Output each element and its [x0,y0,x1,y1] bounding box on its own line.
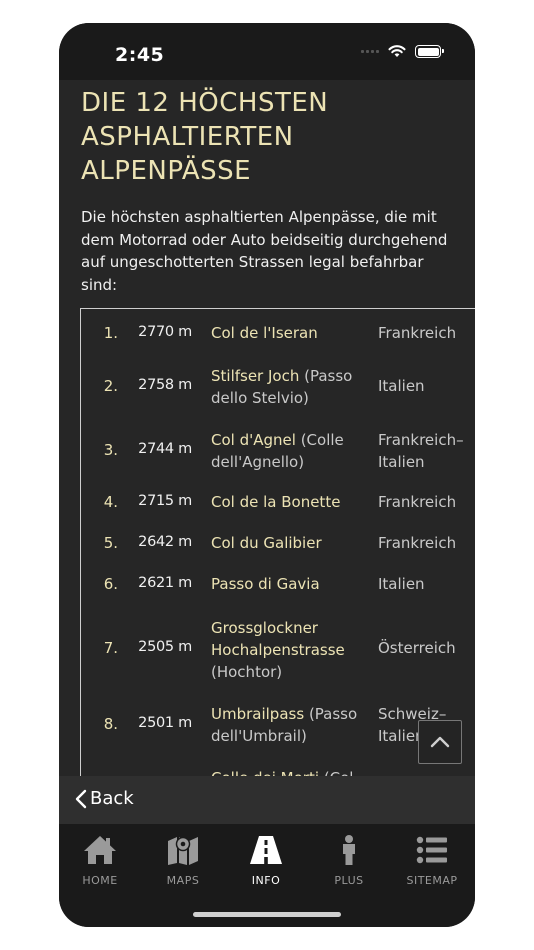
scroll-to-top-button[interactable] [418,720,462,764]
status-bar: 2:45 [59,23,475,80]
home-indicator[interactable] [193,912,341,917]
pass-country: Frankreich [378,493,457,511]
pass-name[interactable]: Passo di Gavia [211,573,371,595]
back-bar: Back [59,776,475,824]
back-label: Back [90,788,134,809]
pass-country: Frankreich [378,324,457,342]
status-icons [361,45,444,58]
pass-name[interactable]: Umbrailpass (Passo dell'Umbrail) [211,703,371,747]
pass-name[interactable]: Col du Galibier [211,532,371,554]
chevron-left-icon [75,789,87,808]
wifi-icon [388,45,406,57]
main-content[interactable]: DIE 12 HÖCHSTEN ASPHALTIERTEN ALPENPÄSSE… [59,80,475,777]
page-title: DIE 12 HÖCHSTEN ASPHALTIERTEN ALPENPÄSSE [81,88,329,186]
pass-name[interactable]: Grossglockner Hochalpenstrasse (Hochtor) [211,617,371,683]
pass-country: Frankreich– Italien [378,431,464,471]
pass-country: Österreich [378,639,456,657]
person-icon [343,835,355,865]
road-icon [250,836,282,864]
intro-text: Die höchsten asphaltierten Alpenpässe, d… [81,208,448,294]
tab-plus[interactable]: PLUS [309,834,389,887]
pass-name[interactable]: Col de la Bonette [211,491,371,513]
phone-frame: 2:45 DIE 12 HÖCHSTEN ASPHALTIERTEN ALPEN… [59,23,475,927]
pass-country: Italien [378,575,425,593]
map-icon [168,836,198,865]
chevron-up-icon [430,736,450,748]
pass-name[interactable]: Col de l'Iseran [211,322,371,344]
tab-sitemap[interactable]: SITEMAP [392,834,472,887]
tab-bar: HOME MAPS INFO PLUS SITEMAP [59,824,475,927]
cellular-signal-icon [361,50,379,53]
list-icon [416,836,447,864]
back-button[interactable]: Back [75,788,134,809]
pass-name[interactable]: Stilfser Joch (Passo dello Stelvio) [211,365,371,409]
status-time: 2:45 [115,44,165,66]
pass-country: Frankreich [378,534,457,552]
pass-name[interactable]: Col d'Agnel (Colle dell'Agnello) [211,429,371,473]
battery-icon [415,45,444,58]
tab-info[interactable]: INFO [226,834,306,887]
home-icon [84,836,116,864]
tab-maps[interactable]: MAPS [143,834,223,887]
pass-country: Italien [378,377,425,395]
tab-home[interactable]: HOME [60,834,140,887]
passes-table: 1. 2770 m Col de l'Iseran Frankreich 2. … [80,308,475,777]
